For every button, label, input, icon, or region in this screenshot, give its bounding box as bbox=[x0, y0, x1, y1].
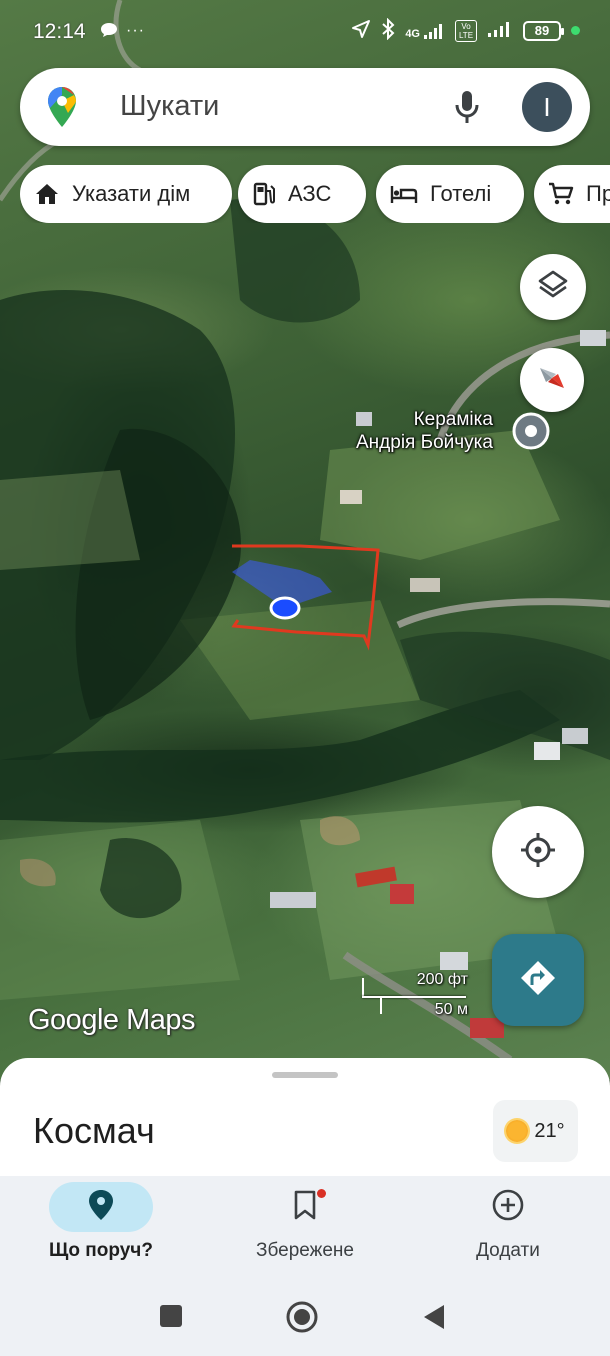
gas-station-icon bbox=[252, 181, 276, 207]
recents-square-icon[interactable] bbox=[159, 1304, 183, 1333]
microphone-icon[interactable] bbox=[454, 89, 480, 130]
chat-bubble-icon bbox=[100, 22, 118, 43]
shopping-cart-icon bbox=[548, 182, 574, 206]
bookmark-icon bbox=[293, 1190, 317, 1225]
home-icon bbox=[34, 182, 60, 206]
tab-label: Що поруч? bbox=[49, 1240, 153, 1261]
poi-label-line2: Андрія Бойчука bbox=[356, 432, 493, 453]
poi-label[interactable]: Кераміка Андрія Бойчука bbox=[356, 408, 493, 454]
search-bar[interactable]: Шукати I bbox=[20, 68, 590, 146]
tab-label: Збережене bbox=[256, 1240, 354, 1261]
category-chips: Указати дім АЗС Готелі Пр bbox=[20, 165, 610, 223]
chip-label: Готелі bbox=[430, 181, 492, 206]
google-maps-logo: Google Maps bbox=[28, 1004, 196, 1036]
status-bar: 12:14 ··· 4G Vo LTE 89 bbox=[0, 0, 610, 62]
navigation-arrow-icon bbox=[351, 19, 371, 42]
tab-saved[interactable]: Збережене bbox=[205, 1182, 405, 1272]
notification-dot bbox=[317, 1189, 326, 1198]
chip-label: Пр bbox=[586, 181, 610, 206]
layers-icon bbox=[537, 269, 569, 306]
signal-bars-icon bbox=[487, 20, 513, 41]
back-triangle-icon[interactable] bbox=[422, 1304, 446, 1335]
satellite-imagery bbox=[0, 0, 610, 1064]
bottom-navigation: Що поруч? Збережене Додати bbox=[0, 1176, 610, 1280]
sheet-drag-handle[interactable] bbox=[272, 1072, 338, 1078]
directions-button[interactable] bbox=[492, 934, 584, 1026]
map-canvas[interactable]: Кераміка Андрія Бойчука Google Maps 200 … bbox=[0, 0, 610, 1080]
scale-bar: 200 фт 50 м bbox=[360, 970, 470, 1020]
location-pin-icon bbox=[88, 1189, 114, 1226]
poi-pin-icon[interactable] bbox=[510, 410, 552, 457]
scale-imperial: 200 фт bbox=[416, 971, 468, 988]
bottom-sheet[interactable]: Космач 21° bbox=[0, 1058, 610, 1188]
weather-chip[interactable]: 21° bbox=[493, 1100, 578, 1162]
scale-metric: 50 м bbox=[434, 1001, 468, 1018]
place-title: Космач bbox=[33, 1110, 155, 1151]
tab-explore[interactable]: Що поруч? bbox=[1, 1182, 201, 1272]
chip-set-home[interactable]: Указати дім bbox=[20, 165, 232, 223]
chip-shopping[interactable]: Пр bbox=[534, 165, 610, 223]
temperature: 21° bbox=[534, 1119, 565, 1142]
directions-icon bbox=[518, 958, 558, 1003]
status-time: 12:14 bbox=[33, 20, 86, 43]
my-location-button[interactable] bbox=[492, 806, 584, 898]
poi-label-line1: Кераміка bbox=[413, 409, 493, 430]
google-maps-pin-icon bbox=[46, 85, 78, 134]
battery-icon: 89 bbox=[523, 20, 564, 41]
bluetooth-icon bbox=[381, 17, 395, 43]
hotel-icon bbox=[390, 183, 418, 205]
volte-icon: Vo LTE bbox=[455, 19, 477, 42]
compass-icon bbox=[532, 358, 572, 403]
tab-contribute[interactable]: Додати bbox=[408, 1182, 608, 1272]
account-avatar[interactable]: I bbox=[522, 82, 572, 132]
layers-button[interactable] bbox=[520, 254, 586, 320]
crosshair-icon bbox=[518, 830, 558, 875]
tab-label: Додати bbox=[476, 1240, 540, 1261]
sun-icon bbox=[506, 1120, 529, 1142]
more-dots-icon: ··· bbox=[126, 22, 145, 39]
privacy-indicator-dot bbox=[571, 26, 580, 35]
add-circle-icon bbox=[491, 1188, 525, 1227]
chip-label: Указати дім bbox=[72, 181, 191, 206]
compass-button[interactable] bbox=[520, 348, 584, 412]
chip-hotels[interactable]: Готелі bbox=[376, 165, 524, 223]
system-navigation-bar bbox=[0, 1280, 610, 1356]
search-input[interactable]: Шукати bbox=[120, 90, 219, 123]
chip-gas-stations[interactable]: АЗС bbox=[238, 165, 366, 223]
signal-4g-icon: 4G bbox=[405, 22, 445, 40]
home-circle-icon[interactable] bbox=[286, 1301, 318, 1338]
chip-label: АЗС bbox=[288, 181, 332, 206]
